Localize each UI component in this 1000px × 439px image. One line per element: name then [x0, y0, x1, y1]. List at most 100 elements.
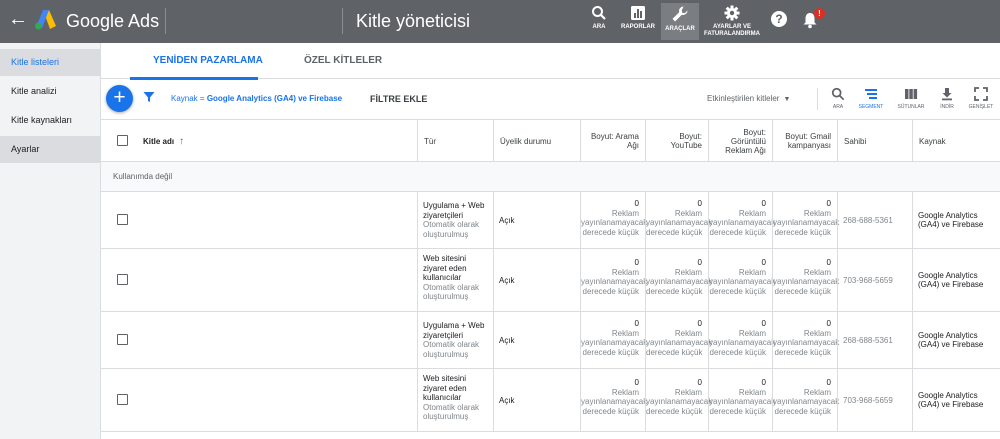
column-header-type[interactable]: Tür	[417, 120, 493, 162]
audience-name-cell[interactable]	[137, 192, 417, 248]
type-text: Uygulama + Web ziyaretçileri	[423, 201, 485, 220]
column-header-gmail-size[interactable]: Boyut: Gmail kampanyası	[772, 120, 837, 162]
size-value: 0	[697, 258, 702, 267]
active-filter-chip[interactable]: Kaynak = Google Analytics (GA4) ve Fireb…	[171, 94, 342, 103]
search-size-cell: 0 Reklam yayınlanamayacak derecede küçük	[580, 192, 648, 248]
size-note-1: Reklam	[803, 328, 831, 338]
back-arrow-icon[interactable]: ←	[8, 9, 28, 29]
size-note-3: derecede küçük	[774, 347, 831, 357]
membership-cell: Açık	[493, 249, 580, 311]
column-header-source[interactable]: Kaynak	[912, 120, 1000, 162]
notification-badge: !	[814, 8, 825, 19]
size-note-3: derecede küçük	[774, 406, 831, 416]
divider	[165, 8, 166, 34]
sidebar: Kitle listeleri Kitle analizi Kitle kayn…	[0, 43, 101, 439]
header-search-button[interactable]: ARA	[584, 3, 614, 40]
youtube-size-cell: 0 Reklam yayınlanamayacak derecede küçük	[645, 249, 713, 311]
size-note-1: Reklam	[611, 208, 639, 218]
filter-value: Google Analytics (GA4) ve Firebase	[206, 94, 343, 103]
segment-button[interactable]: SEGMENT	[853, 87, 889, 110]
size-value: 0	[634, 199, 639, 208]
audience-name-cell[interactable]	[137, 312, 417, 368]
sidebar-item-settings[interactable]: Ayarlar	[0, 136, 100, 163]
columns-button[interactable]: SÜTUNLAR	[893, 87, 929, 110]
sidebar-item-audience-lists[interactable]: Kitle listeleri	[0, 49, 100, 76]
table-search-button[interactable]: ARA	[820, 87, 856, 110]
size-value: 0	[761, 258, 766, 267]
gmail-size-cell: 0 Reklam yayınlanamayacak derecede küçük	[772, 312, 840, 368]
column-header-youtube-size[interactable]: Boyut: YouTube	[645, 120, 708, 162]
column-header-search-size[interactable]: Boyut: Arama Ağı	[580, 120, 645, 162]
divider	[342, 8, 343, 34]
membership-cell: Açık	[493, 192, 580, 248]
tools-label: ARAÇLAR	[665, 26, 695, 32]
tab-custom-audiences[interactable]: ÖZEL KİTLELER	[304, 55, 382, 66]
audience-status-dropdown[interactable]: Etkinleştirilen kitleler ▼	[707, 94, 790, 103]
size-note-2: yayınlanamayacak	[773, 218, 840, 227]
type-cell: Uygulama + Web ziyaretçileri Otomatik ola…	[417, 192, 493, 248]
size-note-1: Reklam	[738, 387, 766, 397]
segment-label: SEGMENT	[858, 104, 884, 110]
audience-name-cell[interactable]	[137, 369, 417, 431]
size-note-2: yayınlanamayacak	[581, 218, 648, 227]
table-row[interactable]: Uygulama + Web ziyaretçileri Otomatik ola…	[101, 192, 1000, 249]
size-note-2: yayınlanamayacak	[646, 277, 713, 286]
help-button[interactable]: ?	[768, 3, 790, 40]
size-note-1: Reklam	[674, 387, 702, 397]
column-header-display-size[interactable]: Boyut: Görüntülü Reklam Ağı	[708, 120, 772, 162]
size-note-1: Reklam	[738, 328, 766, 338]
row-checkbox[interactable]	[117, 394, 128, 405]
size-note-2: yayınlanamayacak	[581, 338, 648, 347]
filter-icon[interactable]	[143, 91, 155, 103]
sidebar-item-audience-sources[interactable]: Kitle kaynakları	[0, 107, 100, 134]
table-header-row: Kitle adı ↑ Tür Üyelik durumu Boyut: Ara…	[101, 120, 1000, 162]
table-row[interactable]: Web sitesini ziyaret eden kullanıcılar Ot…	[101, 369, 1000, 432]
expand-label: GENİŞLET	[968, 104, 994, 110]
size-note-2: yayınlanamayacak	[773, 338, 840, 347]
type-text: Web sitesini ziyaret eden kullanıcılar	[423, 254, 467, 282]
download-button[interactable]: İNDİR	[929, 87, 965, 110]
size-value: 0	[697, 378, 702, 387]
toolbar-divider	[817, 88, 818, 110]
select-all-checkbox[interactable]	[117, 135, 128, 146]
page-title: Kitle yöneticisi	[356, 11, 471, 31]
size-value: 0	[697, 319, 702, 328]
add-audience-button[interactable]: +	[106, 85, 133, 112]
column-header-name[interactable]: Kitle adı ↑	[137, 120, 417, 162]
size-value: 0	[761, 199, 766, 208]
settings-billing-button[interactable]: AYARLAR VE FATURALANDIRMA	[703, 3, 761, 40]
audience-table: Kitle adı ↑ Tür Üyelik durumu Boyut: Ara…	[101, 119, 1000, 432]
tab-bar: YENİDEN PAZARLAMA ÖZEL KİTLELER	[101, 43, 1000, 80]
youtube-size-cell: 0 Reklam yayınlanamayacak derecede küçük	[645, 192, 712, 248]
row-checkbox[interactable]	[117, 214, 128, 225]
size-note-3: derecede küçük	[709, 227, 766, 237]
tools-button[interactable]: ARAÇLAR	[661, 3, 699, 40]
tab-remarketing[interactable]: YENİDEN PAZARLAMA	[153, 55, 263, 66]
type-subtext: Otomatik olarak oluşturulmuş	[423, 282, 480, 302]
display-size-cell: 0 Reklam yayınlanamayacak derecede küçük	[708, 369, 775, 431]
size-note-1: Reklam	[803, 208, 831, 218]
size-note-1: Reklam	[611, 328, 639, 338]
filter-prefix: Kaynak =	[171, 94, 207, 103]
search-icon	[592, 6, 606, 20]
header-search-label: ARA	[592, 24, 606, 30]
column-header-owner[interactable]: Sahibi	[837, 120, 912, 162]
sidebar-item-audience-insights[interactable]: Kitle analizi	[0, 78, 100, 105]
audience-name-cell[interactable]	[137, 249, 417, 311]
table-row[interactable]: Uygulama + Web ziyaretçileri Otomatik ola…	[101, 312, 1000, 369]
expand-button[interactable]: GENİŞLET	[963, 87, 999, 110]
add-filter-button[interactable]: FİLTRE EKLE	[370, 94, 427, 104]
membership-cell: Açık	[493, 312, 580, 368]
reports-button[interactable]: RAPORLAR	[620, 3, 656, 40]
top-bar: ← Google Ads Kitle yöneticisi ARA RAPORL…	[0, 0, 1000, 43]
row-checkbox[interactable]	[117, 274, 128, 285]
youtube-size-cell: 0 Reklam yayınlanamayacak derecede küçük	[645, 312, 712, 368]
column-header-membership[interactable]: Üyelik durumu	[493, 120, 580, 162]
source-cell: Google Analytics (GA4) ve Firebase	[912, 312, 1000, 368]
row-checkbox[interactable]	[117, 334, 128, 345]
google-ads-logo	[35, 10, 56, 30]
table-row[interactable]: Web sitesini ziyaret eden kullanıcılar Ot…	[101, 249, 1000, 312]
source-cell: Google Analytics (GA4) ve Firebase	[912, 369, 1000, 431]
owner-cell: 703-968-5659	[837, 369, 912, 431]
size-note-3: derecede küçük	[582, 406, 639, 416]
